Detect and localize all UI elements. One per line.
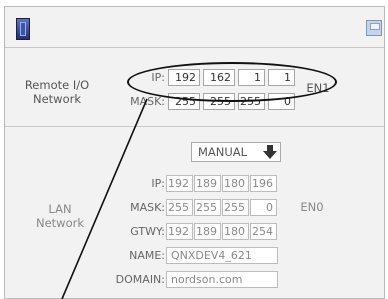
lan-domain-field[interactable]: nordson.com [166, 271, 278, 288]
lan-mask-label: MASK: [130, 201, 165, 214]
save-icon[interactable] [366, 20, 382, 36]
lan-gateway-octet-4[interactable]: 254 [250, 223, 277, 240]
lan-ip-label: IP: [151, 177, 165, 190]
remote-io-network-title: Remote I/O Network [24, 78, 90, 106]
toolbar [5, 7, 384, 47]
lan-mode-value: MANUAL [198, 145, 248, 159]
lan-ip-octet-4[interactable]: 196 [250, 175, 277, 192]
lan-domain-label: DOMAIN: [115, 273, 165, 286]
lan-name-field[interactable]: QNXDEV4_621 [166, 247, 278, 264]
lan-ip-octet-2[interactable]: 189 [194, 175, 221, 192]
lan-gateway-octet-2[interactable]: 189 [194, 223, 221, 240]
network-settings-panel: Remote I/O Network IP: 192 162 1 1 MASK:… [4, 6, 385, 299]
lan-mode-dropdown[interactable]: MANUAL [191, 142, 281, 162]
lan-mask-octet-2[interactable]: 255 [194, 199, 221, 216]
lan-mask-octet-1[interactable]: 255 [166, 199, 193, 216]
divider [5, 47, 384, 48]
device-config-icon[interactable] [16, 18, 30, 40]
arrow-down-icon [263, 145, 277, 159]
lan-name-label: NAME: [129, 249, 165, 262]
lan-gateway-octet-1[interactable]: 192 [166, 223, 193, 240]
lan-mask-octet-4[interactable]: 0 [250, 199, 277, 216]
lan-mask-octet-3[interactable]: 255 [222, 199, 249, 216]
lan-gateway-octet-3[interactable]: 180 [222, 223, 249, 240]
lan-ip-octet-3[interactable]: 180 [222, 175, 249, 192]
lan-gateway-label: GTWY: [130, 225, 165, 238]
lan-network-title: LAN Network [35, 202, 85, 230]
lan-port-label: EN0 [300, 200, 324, 214]
lan-ip-octet-1[interactable]: 192 [166, 175, 193, 192]
highlight-ellipse [127, 62, 337, 102]
divider [5, 126, 384, 127]
